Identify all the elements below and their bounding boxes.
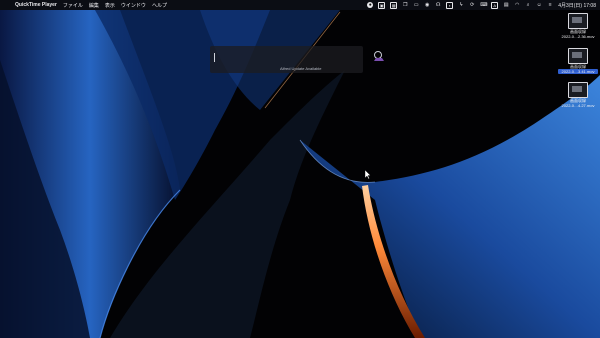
menu-extras: ● ▣ ▦ ❐ ▭ ◉ ☊ ▪ ϟ ⟳ ⌨ A ▤ ◠ ⌕ ☺ ≡ 4月3日(日… xyxy=(367,0,596,10)
video-file-icon xyxy=(568,48,588,64)
file-subname: 2022-0…2.36.mov xyxy=(561,34,595,39)
keyboard-icon[interactable]: ⌨ xyxy=(480,2,487,8)
menu-view[interactable]: 表示 xyxy=(105,2,115,9)
drive-icon[interactable]: ▭ xyxy=(413,2,419,8)
bolt-icon[interactable]: ϟ xyxy=(458,2,464,8)
display-icon[interactable]: ▤ xyxy=(503,2,509,8)
file-subname: 2022-0…3.41.mov xyxy=(558,69,598,74)
mouse-pointer-icon xyxy=(365,170,371,179)
headset-icon[interactable]: ☊ xyxy=(435,2,441,8)
menu-clock[interactable]: 4月3日(日) 17:08 xyxy=(558,2,596,9)
menu-edit[interactable]: 編集 xyxy=(89,2,99,9)
file-subname: 2022-0…4.27.mov xyxy=(561,103,595,108)
record-icon[interactable]: ● xyxy=(367,2,374,8)
desktop-file[interactable]: 画面収録 2022-0…4.27.mov xyxy=(558,82,598,108)
screenshot-icon[interactable]: ▣ xyxy=(378,1,386,9)
search-icon[interactable]: ⌕ xyxy=(525,2,531,8)
input-source-icon[interactable]: A xyxy=(491,1,499,9)
sync-icon[interactable]: ⟳ xyxy=(469,2,475,8)
user-icon[interactable]: ☺ xyxy=(536,2,542,8)
alfred-hat-icon[interactable] xyxy=(372,50,386,63)
clipboard-icon[interactable]: ❐ xyxy=(402,2,408,8)
calendar-icon[interactable]: ▦ xyxy=(390,1,398,9)
video-file-icon xyxy=(568,82,588,98)
control-center-icon[interactable]: ≡ xyxy=(547,2,553,8)
desktop-file[interactable]: 画面収録 2022-0…2.36.mov xyxy=(558,13,598,39)
menu-window[interactable]: ウインドウ xyxy=(121,2,146,9)
menu-app-name[interactable]: QuickTime Player xyxy=(15,2,57,8)
desktop-file[interactable]: 画面収録 2022-0…3.41.mov xyxy=(558,48,598,74)
menu-bar: QuickTime Player ファイル 編集 表示 ウインドウ ヘルプ ● … xyxy=(0,0,600,10)
alfred-search-bar[interactable]: Alfred Update Available xyxy=(210,46,363,73)
box-icon[interactable]: ▪ xyxy=(446,1,454,9)
menu-help[interactable]: ヘルプ xyxy=(152,2,167,9)
media-icon[interactable]: ◉ xyxy=(424,2,430,8)
wifi-icon[interactable]: ◠ xyxy=(514,2,520,8)
menu-file[interactable]: ファイル xyxy=(63,2,83,9)
update-notice[interactable]: Alfred Update Available xyxy=(280,66,322,71)
video-file-icon xyxy=(568,13,588,29)
text-caret xyxy=(214,53,215,62)
